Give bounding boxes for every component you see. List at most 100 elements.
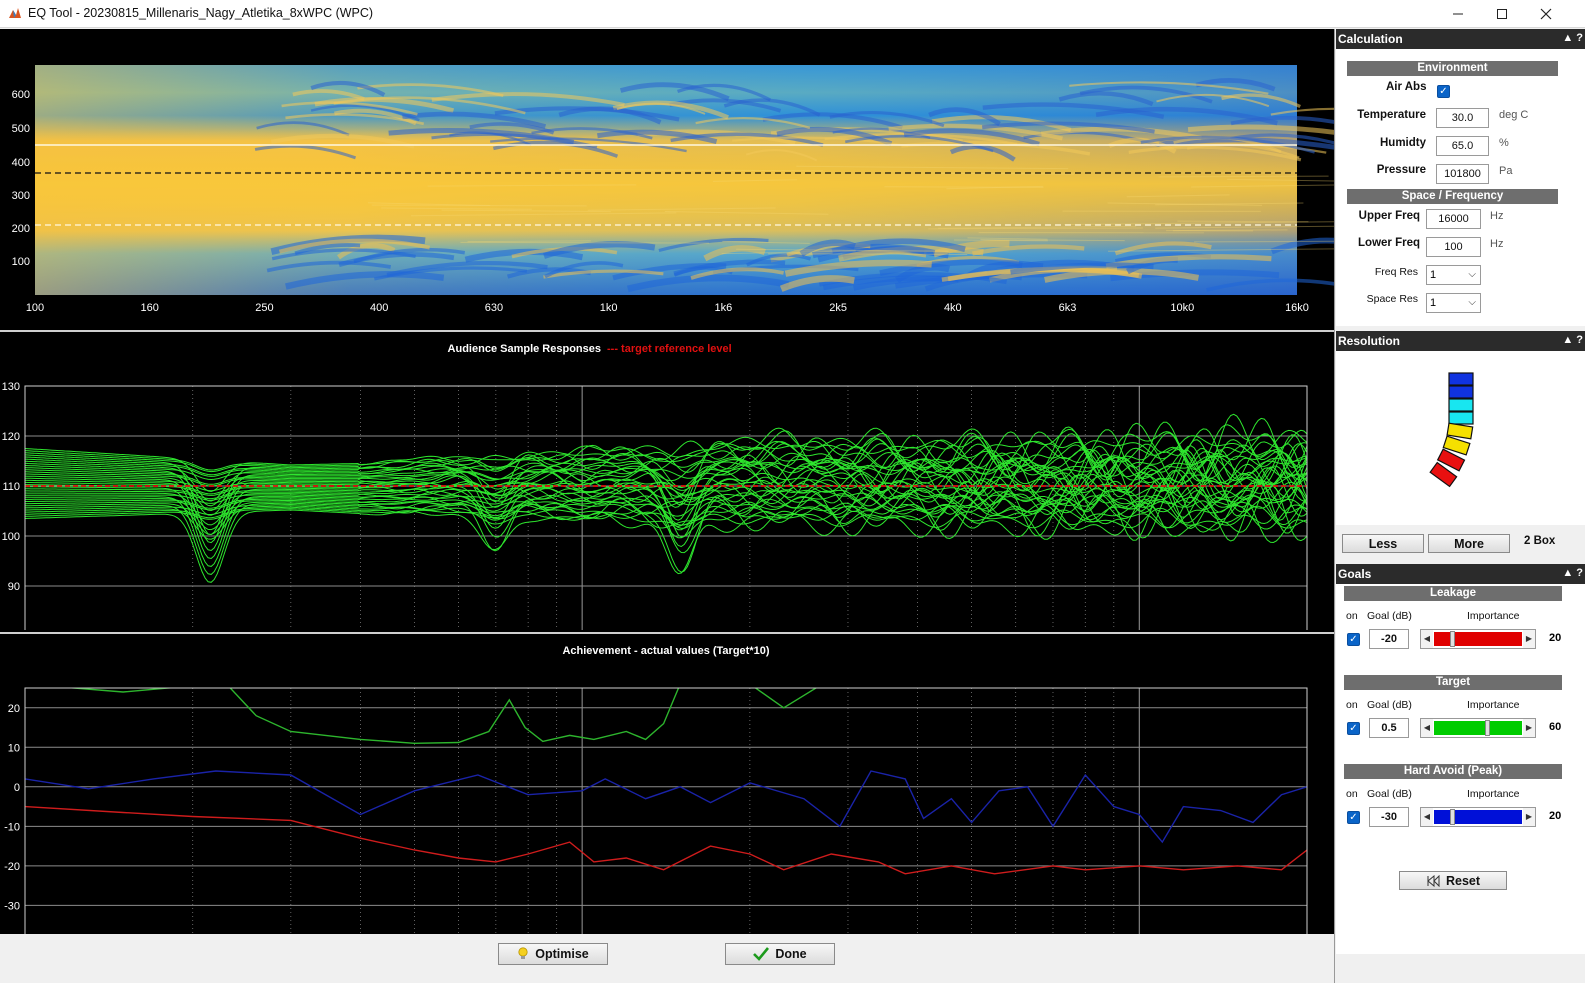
minimize-button[interactable] bbox=[1436, 0, 1480, 28]
y-tick-label: 0 bbox=[14, 782, 20, 794]
pressure-unit: Pa bbox=[1499, 165, 1513, 177]
title-bar: EQ Tool - 20230815_Millenaris_Nagy_Atlet… bbox=[0, 0, 1585, 28]
goal-band: Leakage bbox=[1344, 586, 1562, 601]
goal-on-header: on bbox=[1346, 788, 1358, 800]
slider-right-arrow-icon[interactable]: ▶ bbox=[1523, 630, 1535, 648]
loudspeaker-array-diagram bbox=[1429, 372, 1474, 488]
maximize-button[interactable] bbox=[1480, 0, 1524, 28]
minimize-icon bbox=[1453, 13, 1463, 15]
space-res-value: 1 bbox=[1430, 297, 1437, 309]
slider-thumb[interactable] bbox=[1484, 720, 1490, 736]
achievement-series-line bbox=[25, 805, 1307, 875]
map-y-tick-label: 300 bbox=[12, 190, 30, 202]
air-abs-checkbox[interactable]: ✓ bbox=[1437, 85, 1450, 98]
more-button[interactable]: More bbox=[1428, 534, 1510, 553]
importance-slider[interactable]: ◀ ▶ bbox=[1420, 807, 1536, 827]
goal-db-field[interactable]: -30 bbox=[1369, 807, 1409, 827]
environment-band: Environment bbox=[1347, 61, 1558, 76]
map-y-tick-label: 500 bbox=[12, 123, 30, 135]
y-tick-label: -30 bbox=[4, 900, 20, 912]
goal-enabled-checkbox[interactable]: ✓ bbox=[1347, 811, 1360, 824]
importance-value: 20 bbox=[1549, 632, 1562, 644]
upper-freq-unit: Hz bbox=[1490, 210, 1504, 222]
map-x-tick-label: 400 bbox=[370, 302, 388, 314]
optimise-button[interactable]: Optimise bbox=[498, 943, 608, 965]
goal-enabled-checkbox[interactable]: ✓ bbox=[1347, 722, 1360, 735]
y-tick-label: 110 bbox=[2, 481, 20, 493]
audience-responses-panel: Audience Sample Responses --- target ref… bbox=[0, 330, 1334, 656]
chevron-down-icon: ⌵ bbox=[1468, 297, 1476, 308]
humidity-label: Humidty bbox=[1380, 137, 1426, 149]
space-res-select[interactable]: 1 ⌵ bbox=[1426, 293, 1481, 313]
slider-right-arrow-icon[interactable]: ▶ bbox=[1523, 808, 1535, 826]
less-button[interactable]: Less bbox=[1342, 534, 1424, 553]
slider-thumb[interactable] bbox=[1449, 631, 1455, 647]
close-button[interactable] bbox=[1524, 0, 1568, 28]
y-tick-label: 20 bbox=[8, 703, 20, 715]
achievement-chart: Achievement - actual values (Target*10) … bbox=[4, 645, 1308, 957]
map-heatmap bbox=[35, 65, 1297, 295]
achievement-axes: 10210310420100-10-20-30 bbox=[4, 687, 1308, 957]
map-x-tick-label: 630 bbox=[485, 302, 503, 314]
upper-freq-field[interactable]: 16000 bbox=[1426, 209, 1481, 229]
goal-db-field[interactable]: 0.5 bbox=[1369, 718, 1409, 738]
temperature-field[interactable]: 30.0 bbox=[1436, 108, 1489, 128]
pressure-label: Pressure bbox=[1376, 164, 1426, 176]
slider-right-arrow-icon[interactable]: ▶ bbox=[1523, 719, 1535, 737]
calculation-header-label: Calculation bbox=[1338, 32, 1403, 46]
array-box bbox=[1448, 398, 1474, 412]
resolution-collapse-help-icon[interactable]: ▲ ? bbox=[1562, 334, 1583, 346]
goal-enabled-checkbox[interactable]: ✓ bbox=[1347, 633, 1360, 646]
resolution-header[interactable]: Resolution ▲ ? bbox=[1336, 331, 1585, 351]
array-box bbox=[1446, 422, 1474, 440]
importance-fill bbox=[1434, 632, 1522, 646]
spatial-frequency-map-panel: 600 500 400 300 200 100 100 160 250 400 630 1k0 1k6… bbox=[0, 29, 1426, 327]
lower-freq-unit: Hz bbox=[1490, 238, 1504, 250]
map-x-tick-label: 16k0 bbox=[1285, 302, 1309, 314]
calculation-collapse-help-icon[interactable]: ▲ ? bbox=[1562, 32, 1583, 44]
importance-slider[interactable]: ◀ ▶ bbox=[1420, 629, 1536, 649]
slider-left-arrow-icon[interactable]: ◀ bbox=[1421, 808, 1433, 826]
reset-button[interactable]: Reset bbox=[1399, 871, 1507, 890]
map-y-tick-label: 400 bbox=[12, 157, 30, 169]
map-y-tick-label: 600 bbox=[12, 89, 30, 101]
plot-area: 600 500 400 300 200 100 100 160 250 400 630 1k0 1k6… bbox=[0, 29, 1426, 957]
pressure-field[interactable]: 101800 bbox=[1436, 164, 1489, 184]
goals-header-label: Goals bbox=[1338, 567, 1372, 581]
goals-collapse-help-icon[interactable]: ▲ ? bbox=[1562, 567, 1583, 579]
slider-thumb[interactable] bbox=[1449, 809, 1455, 825]
importance-value: 60 bbox=[1549, 721, 1562, 733]
goal-db-header: Goal (dB) bbox=[1367, 788, 1412, 800]
slider-left-arrow-icon[interactable]: ◀ bbox=[1421, 630, 1433, 648]
app-logo-icon bbox=[8, 6, 22, 20]
response-series-line bbox=[25, 448, 1307, 544]
goal-band: Target bbox=[1344, 675, 1562, 690]
y-tick-label: 100 bbox=[2, 531, 20, 543]
goal-importance-header: Importance bbox=[1467, 610, 1520, 622]
achievement-title: Achievement - actual values (Target*10) bbox=[562, 645, 769, 657]
array-box bbox=[1448, 385, 1474, 399]
audience-responses-chart: Audience Sample Responses --- target ref… bbox=[2, 343, 1308, 656]
resolution-header-label: Resolution bbox=[1338, 334, 1400, 348]
achievement-series-line bbox=[25, 770, 1307, 844]
achievement-series-line bbox=[65, 688, 818, 745]
calculation-header[interactable]: Calculation ▲ ? bbox=[1336, 29, 1585, 49]
chevron-down-icon: ⌵ bbox=[1468, 269, 1476, 280]
checkmark-icon bbox=[753, 947, 770, 961]
goal-db-field[interactable]: -20 bbox=[1369, 629, 1409, 649]
goals-header[interactable]: Goals ▲ ? bbox=[1336, 564, 1585, 584]
done-button[interactable]: Done bbox=[725, 943, 835, 965]
importance-fill bbox=[1434, 721, 1522, 735]
freq-res-select[interactable]: 1 ⌵ bbox=[1426, 265, 1481, 285]
lower-freq-field[interactable]: 100 bbox=[1426, 237, 1481, 257]
importance-slider[interactable]: ◀ ▶ bbox=[1420, 718, 1536, 738]
humidity-field[interactable]: 65.0 bbox=[1436, 136, 1489, 156]
achievement-series bbox=[25, 688, 1307, 875]
map-x-tick-label: 10k0 bbox=[1170, 302, 1194, 314]
map-y-tick-label: 200 bbox=[12, 223, 30, 235]
lightbulb-icon bbox=[518, 947, 528, 959]
map-streak bbox=[1177, 220, 1309, 223]
resolution-body bbox=[1336, 351, 1585, 525]
space-res-label: Space Res bbox=[1366, 293, 1418, 305]
slider-left-arrow-icon[interactable]: ◀ bbox=[1421, 719, 1433, 737]
